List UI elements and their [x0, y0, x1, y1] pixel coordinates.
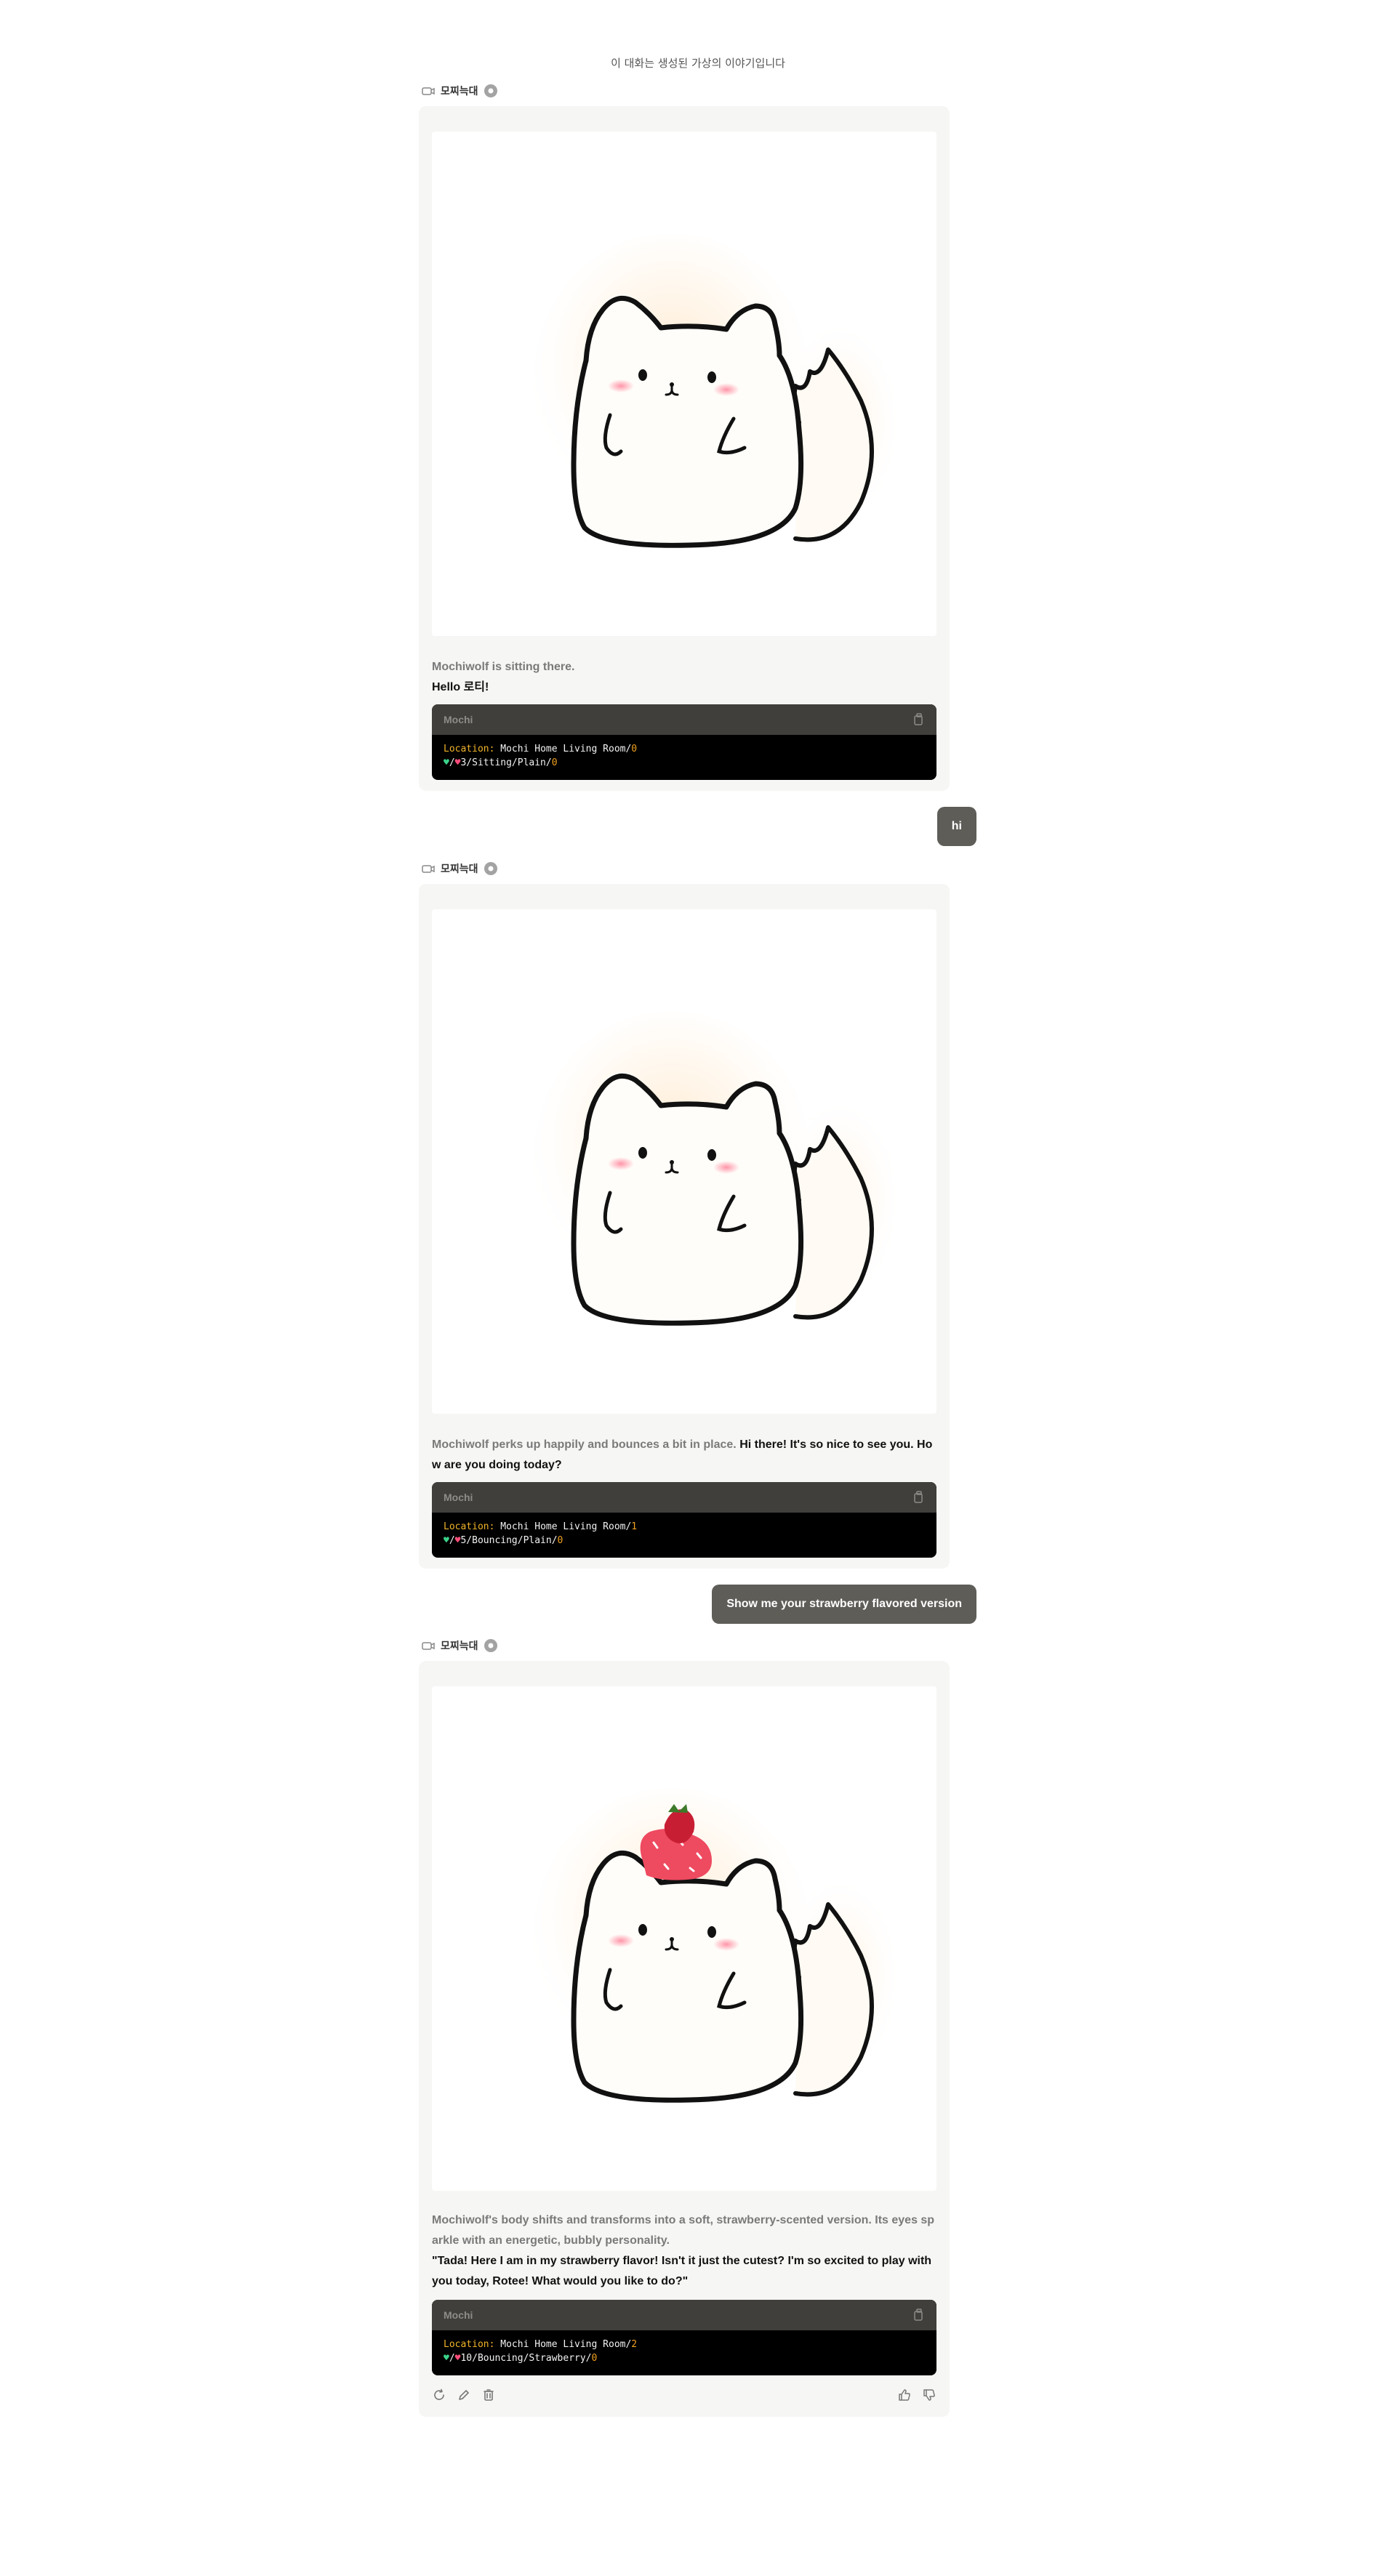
narration-text: Mochiwolf's body shifts and transforms i…: [432, 2214, 935, 2247]
thumbs-up-icon[interactable]: [897, 2388, 912, 2402]
camera-icon: [422, 1642, 435, 1650]
status-location: Location: Mochi Home Living Room/1: [444, 1521, 638, 1532]
message-text: Mochiwolf's body shifts and transforms i…: [432, 2210, 936, 2292]
user-message: hi: [936, 807, 976, 846]
character-name: 모찌늑대: [441, 1641, 478, 1652]
character-image: [432, 132, 936, 636]
speech-text: Hello 로티!: [432, 681, 489, 693]
status-title: Mochi: [444, 2309, 473, 2321]
copy-icon[interactable]: [913, 2309, 925, 2322]
message-text: Mochiwolf perks up happily and bounces a…: [432, 1435, 936, 1476]
pencil-icon[interactable]: [457, 2388, 471, 2402]
character-header: 모찌늑대: [422, 81, 497, 100]
camera-icon: [422, 87, 435, 95]
character-image: [432, 1686, 936, 2191]
chat-bubble-icon[interactable]: [484, 862, 497, 875]
status-line: ♥/♥3/Sitting/Plain/0: [444, 757, 558, 768]
thumbs-down-icon[interactable]: [922, 2388, 936, 2402]
copy-icon[interactable]: [913, 1491, 925, 1504]
copy-icon[interactable]: [913, 713, 925, 726]
green-heart-icon: ♥: [444, 2353, 449, 2364]
ai-disclaimer: 이 대화는 생성된 가상의 이야기입니다: [611, 57, 785, 70]
status-location: Location: Mochi Home Living Room/0: [444, 744, 638, 754]
camera-icon: [422, 865, 435, 873]
status-title: Mochi: [444, 714, 473, 725]
status-line: ♥/♥10/Bouncing/Strawberry/0: [444, 2353, 598, 2364]
narration-text: Mochiwolf perks up happily and bounces a…: [432, 1438, 737, 1451]
character-header: 모찌늑대: [422, 1636, 497, 1655]
bot-message-card: Mochiwolf's body shifts and transforms i…: [419, 1661, 950, 2417]
status-panel: Mochi Location: Mochi Home Living Room/1…: [432, 1482, 936, 1558]
trash-icon[interactable]: [481, 2388, 496, 2402]
chat-bubble-icon[interactable]: [484, 1639, 497, 1652]
status-location: Location: Mochi Home Living Room/2: [444, 2339, 638, 2350]
character-header: 모찌늑대: [422, 859, 497, 878]
bot-message-card: Mochiwolf perks up happily and bounces a…: [419, 884, 950, 1569]
bot-message-card: Mochiwolf is sitting there. Hello 로티! Mo…: [419, 106, 950, 791]
green-heart-icon: ♥: [444, 757, 449, 768]
narration-text: Mochiwolf is sitting there.: [432, 661, 575, 673]
chat-bubble-icon[interactable]: [484, 84, 497, 97]
message-text: Mochiwolf is sitting there. Hello 로티!: [432, 657, 936, 698]
status-line: ♥/♥5/Bouncing/Plain/0: [444, 1535, 563, 1546]
speech-text: "Tada! Here I am in my strawberry flavor…: [432, 2255, 932, 2287]
user-message: Show me your strawberry flavored version: [712, 1585, 976, 1624]
status-panel: Mochi Location: Mochi Home Living Room/2…: [432, 2300, 936, 2375]
refresh-icon[interactable]: [432, 2388, 446, 2402]
character-name: 모찌늑대: [441, 864, 478, 875]
status-panel: Mochi Location: Mochi Home Living Room/0…: [432, 704, 936, 780]
character-image: [432, 909, 936, 1414]
message-actions: [432, 2383, 936, 2407]
status-title: Mochi: [444, 1492, 473, 1503]
green-heart-icon: ♥: [444, 1535, 449, 1546]
character-name: 모찌늑대: [441, 86, 478, 97]
